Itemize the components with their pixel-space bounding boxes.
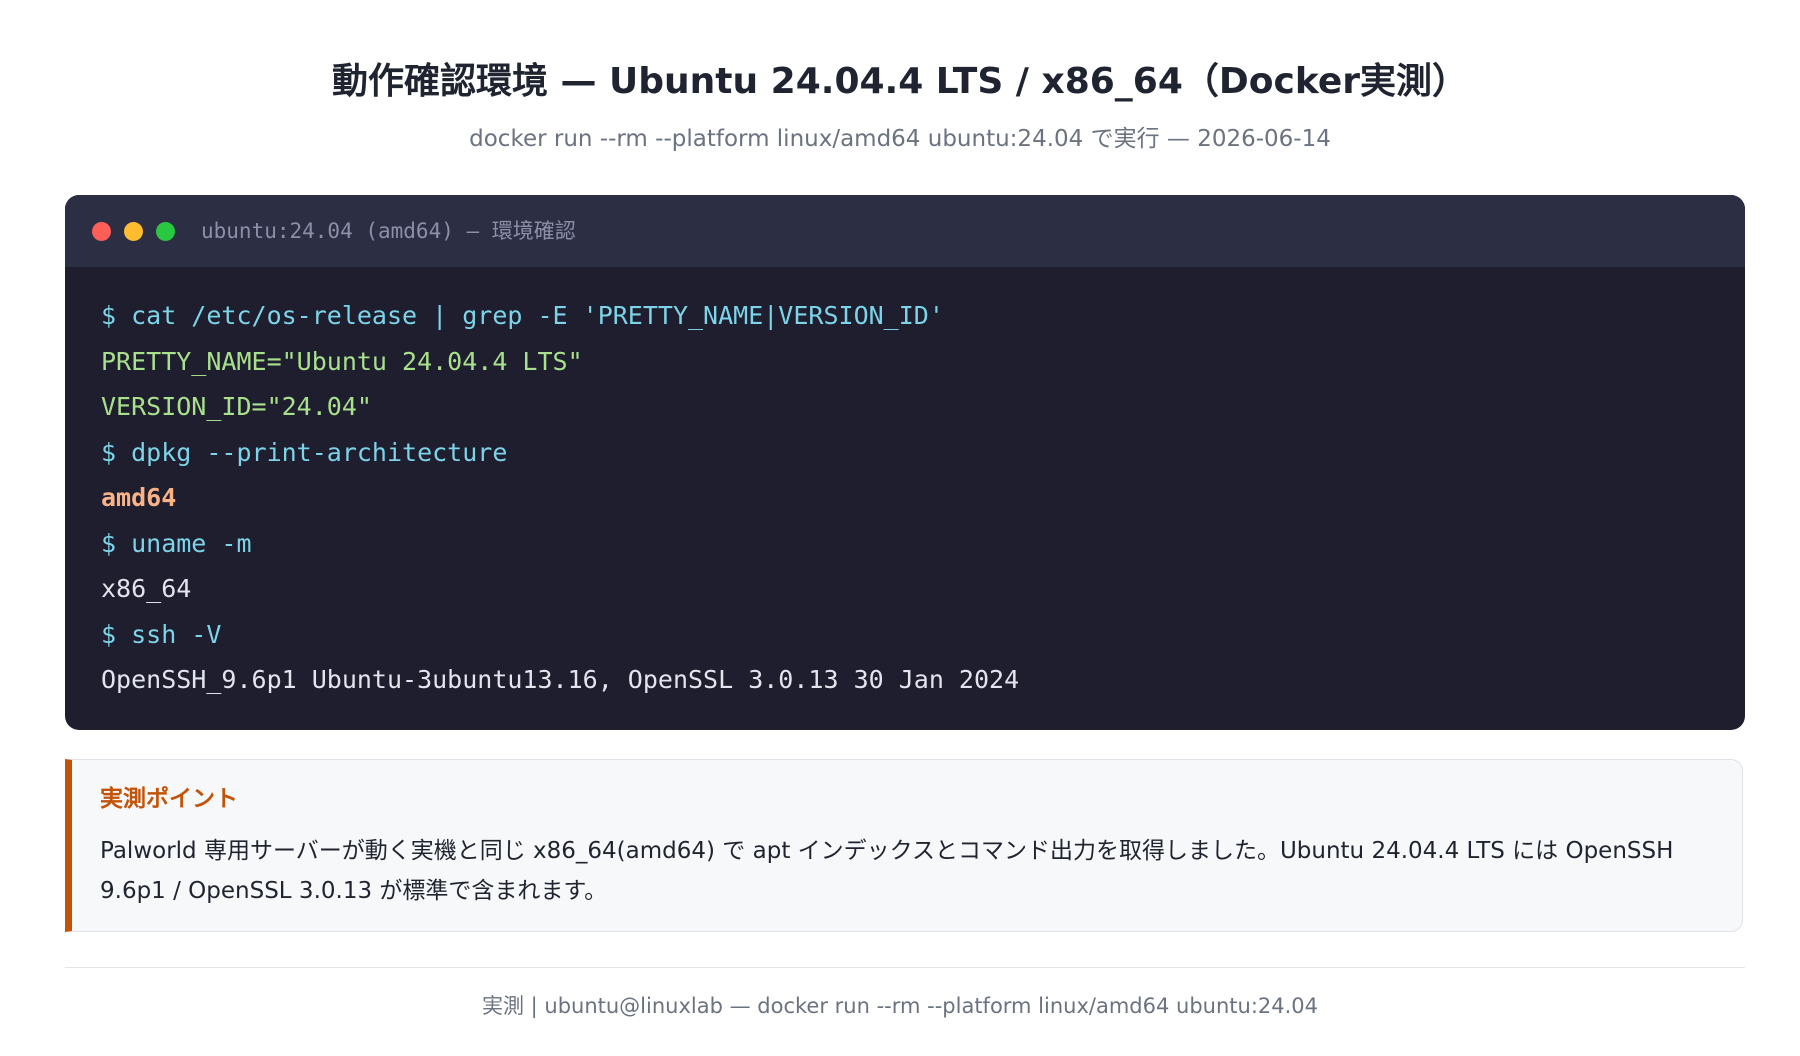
page-title: 動作確認環境 — Ubuntu 24.04.4 LTS / x86_64（Doc… xyxy=(331,61,1469,102)
terminal-output: $ cat /etc/os-release | grep -E 'PRETTY_… xyxy=(101,293,1019,703)
callout-text: Palworld 専用サーバーが動く実機と同じ x86_64(amd64) で … xyxy=(100,838,1674,904)
terminal-output-line: OpenSSH_9.6p1 Ubuntu-3ubuntu13.16, OpenS… xyxy=(101,665,1020,694)
terminal-title: ubuntu:24.04 (amd64) — 環境確認 xyxy=(201,219,576,243)
callout-box: 実測ポイント Palworld 専用サーバーが動く実機と同じ x86_64(am… xyxy=(65,759,1743,932)
footer-divider xyxy=(65,967,1745,968)
terminal-window: ubuntu:24.04 (amd64) — 環境確認 $ cat /etc/o… xyxy=(65,195,1745,730)
terminal-output-line: PRETTY_NAME="Ubuntu 24.04.4 LTS" xyxy=(101,346,583,376)
close-dot-icon[interactable] xyxy=(92,222,111,241)
page-subtitle: docker run --rm --platform linux/amd64 u… xyxy=(469,126,1331,152)
terminal-output-line: x86_64 xyxy=(101,574,192,603)
terminal-command-line: $ cat /etc/os-release | grep -E 'PRETTY_… xyxy=(101,301,944,330)
terminal-output-line: VERSION_ID="24.04" xyxy=(101,392,372,421)
terminal-titlebar: ubuntu:24.04 (amd64) — 環境確認 xyxy=(65,195,1745,267)
terminal-command-line: $ uname -m xyxy=(101,528,252,558)
maximize-dot-icon[interactable] xyxy=(156,222,175,241)
terminal-output-line: amd64 xyxy=(101,483,177,512)
minimize-dot-icon[interactable] xyxy=(124,222,143,241)
terminal-command-line: $ ssh -V xyxy=(101,619,222,649)
terminal-command-line: $ dpkg --print-architecture xyxy=(101,437,508,467)
callout-title: 実測ポイント xyxy=(100,786,238,812)
footer-text: 実測 | ubuntu@linuxlab — docker run --rm -… xyxy=(481,994,1319,1018)
